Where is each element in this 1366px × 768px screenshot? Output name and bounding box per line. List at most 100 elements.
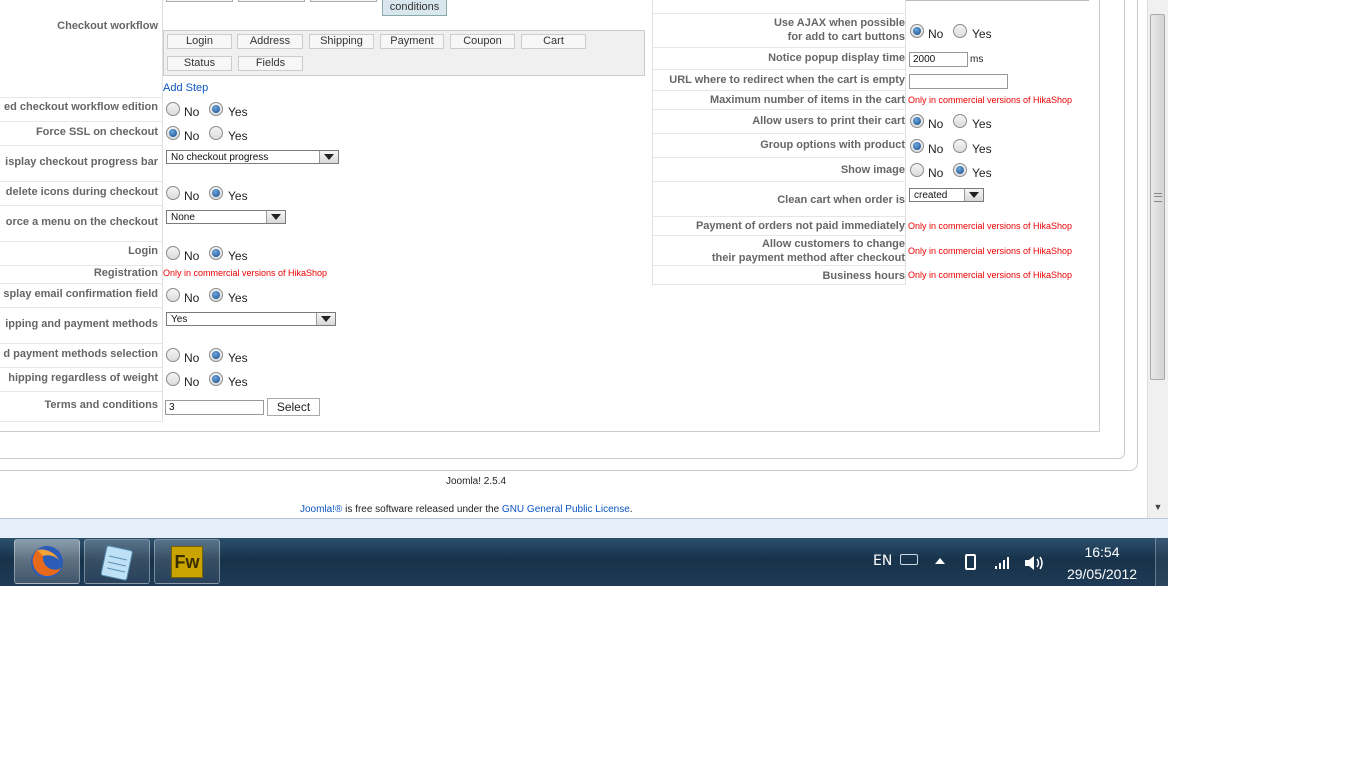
radio-label: Yes xyxy=(228,249,248,263)
row-divider xyxy=(652,265,906,266)
popup-time-input[interactable]: 2000 xyxy=(909,52,968,67)
unpaid-orders-label: Payment of orders not paid immediately xyxy=(695,220,905,232)
label-wrap: splay email confirmation field xyxy=(0,288,160,302)
scroll-down-arrow-icon[interactable]: ▼ xyxy=(1148,502,1168,516)
login-no-radio[interactable] xyxy=(166,246,180,260)
delete-icons-yes-radio[interactable] xyxy=(209,186,223,200)
show-desktop-button[interactable] xyxy=(1155,538,1168,586)
workflow-step-cart[interactable]: Cart xyxy=(521,34,586,49)
force-ssl-yes-radio[interactable] xyxy=(209,126,223,140)
column-divider xyxy=(905,0,906,285)
taskbar-firefox-button[interactable] xyxy=(14,539,80,584)
radio-label: No xyxy=(928,117,944,131)
page-scrollbar[interactable]: ▼ xyxy=(1147,0,1168,518)
joomla-link[interactable]: Joomla!® xyxy=(300,504,342,515)
row-divider xyxy=(652,235,906,236)
power-icon[interactable] xyxy=(965,554,976,570)
label-wrap: isplay checkout progress bar xyxy=(0,156,160,170)
print-cart-yes-radio[interactable] xyxy=(953,114,967,128)
row-divider xyxy=(0,421,163,422)
chevron-down-icon xyxy=(964,189,983,201)
clean-cart-select[interactable]: created xyxy=(909,188,984,202)
radio-label: No xyxy=(184,291,200,305)
group-options-yes-radio[interactable] xyxy=(953,139,967,153)
clock-date[interactable]: 29/05/2012 xyxy=(1058,566,1146,582)
show-image-no-radio[interactable] xyxy=(910,163,924,177)
terms-conditions-input[interactable]: 3 xyxy=(165,400,264,415)
workflow-step-fields[interactable]: Fields xyxy=(238,56,303,71)
taskbar-fireworks-button[interactable]: Fw xyxy=(154,539,220,584)
show-image-label: Show image xyxy=(840,164,905,176)
progress-bar-select[interactable]: No checkout progress xyxy=(166,150,339,164)
add-step-link[interactable]: Add Step xyxy=(163,82,208,94)
shipping-weight-yes-radio[interactable] xyxy=(209,372,223,386)
redirect-url-input[interactable] xyxy=(909,74,1008,89)
email-confirmation-yes-radio[interactable] xyxy=(209,288,223,302)
shipping-payment-methods-select[interactable]: Yes xyxy=(166,312,336,326)
row-divider xyxy=(0,265,163,266)
language-indicator[interactable]: EN xyxy=(873,553,892,569)
row-divider xyxy=(0,391,163,392)
business-hours-commercial-note: Only in commercial versions of HikaShop xyxy=(908,270,1073,280)
conditions-button[interactable]: conditions xyxy=(382,0,447,16)
print-cart-no-radio[interactable] xyxy=(910,114,924,128)
column-divider xyxy=(162,0,163,422)
payment-selection-yes-radio[interactable] xyxy=(209,348,223,362)
workflow-edition-yes-radio[interactable] xyxy=(209,102,223,116)
ajax-yes-radio[interactable] xyxy=(953,24,967,38)
shipping-weight-no-radio[interactable] xyxy=(166,372,180,386)
email-confirmation-label: splay email confirmation field xyxy=(3,288,158,300)
workflow-step-login[interactable]: Login xyxy=(167,34,232,49)
label-wrap: orce a menu on the checkout xyxy=(0,216,160,230)
shipping-payment-methods-label: ipping and payment methods xyxy=(5,318,158,330)
payment-selection-no-radio[interactable] xyxy=(166,348,180,362)
workflow-field-2[interactable] xyxy=(238,0,305,2)
joomla-version: Joomla! 2.5.4 xyxy=(446,476,507,487)
workflow-step-shipping[interactable]: Shipping xyxy=(309,34,374,49)
radio-label: No xyxy=(928,142,944,156)
license-end: . xyxy=(629,504,633,515)
login-yes-radio[interactable] xyxy=(209,246,223,260)
delete-icons-label: delete icons during checkout xyxy=(5,186,158,198)
workflow-step-status[interactable]: Status xyxy=(167,56,232,71)
taskbar-notepad-button[interactable] xyxy=(84,539,150,584)
clock-time[interactable]: 16:54 xyxy=(1072,544,1132,560)
network-signal-icon[interactable] xyxy=(994,556,1010,570)
keyboard-icon[interactable] xyxy=(900,554,918,565)
row-divider xyxy=(0,307,163,308)
show-image-yes-radio[interactable] xyxy=(953,163,967,177)
row-divider xyxy=(0,97,163,98)
show-hidden-icons-icon[interactable] xyxy=(935,558,945,564)
email-confirmation-no-radio[interactable] xyxy=(166,288,180,302)
scroll-thumb[interactable] xyxy=(1150,14,1165,380)
taskbar: Fw EN xyxy=(0,538,1168,586)
scroll-up-button[interactable] xyxy=(1148,0,1168,14)
force-menu-select[interactable]: None xyxy=(166,210,286,224)
workflow-step-address[interactable]: Address xyxy=(237,34,303,49)
select-value: Yes xyxy=(171,314,188,325)
gpl-link[interactable]: GNU General Public License xyxy=(502,504,630,515)
ajax-no-radio[interactable] xyxy=(910,24,924,38)
delete-icons-no-radio[interactable] xyxy=(166,186,180,200)
label-wrap: Registration xyxy=(0,267,160,281)
workflow-edition-no-radio[interactable] xyxy=(166,102,180,116)
workflow-field-1[interactable] xyxy=(166,0,233,2)
terms-select-button[interactable]: Select xyxy=(267,398,320,416)
label-wrap: Force SSL on checkout xyxy=(0,126,160,140)
group-options-no-radio[interactable] xyxy=(910,139,924,153)
volume-icon[interactable] xyxy=(1023,554,1045,572)
change-payment-label: Allow customers to change xyxy=(761,238,905,250)
business-hours-label: Business hours xyxy=(822,270,905,282)
force-ssl-no-radio[interactable] xyxy=(166,126,180,140)
workflow-step-coupon[interactable]: Coupon xyxy=(450,34,515,49)
radio-label: Yes xyxy=(228,129,248,143)
row-divider xyxy=(652,69,906,70)
workflow-field-3[interactable] xyxy=(310,0,377,2)
workflow-step-payment[interactable]: Payment xyxy=(380,34,444,49)
row-divider xyxy=(0,181,163,182)
chevron-down-icon xyxy=(316,313,335,325)
radio-label: Yes xyxy=(972,166,992,180)
label-wrap: Login xyxy=(0,245,160,259)
radio-label: Yes xyxy=(972,142,992,156)
radio-label: Yes xyxy=(228,105,248,119)
